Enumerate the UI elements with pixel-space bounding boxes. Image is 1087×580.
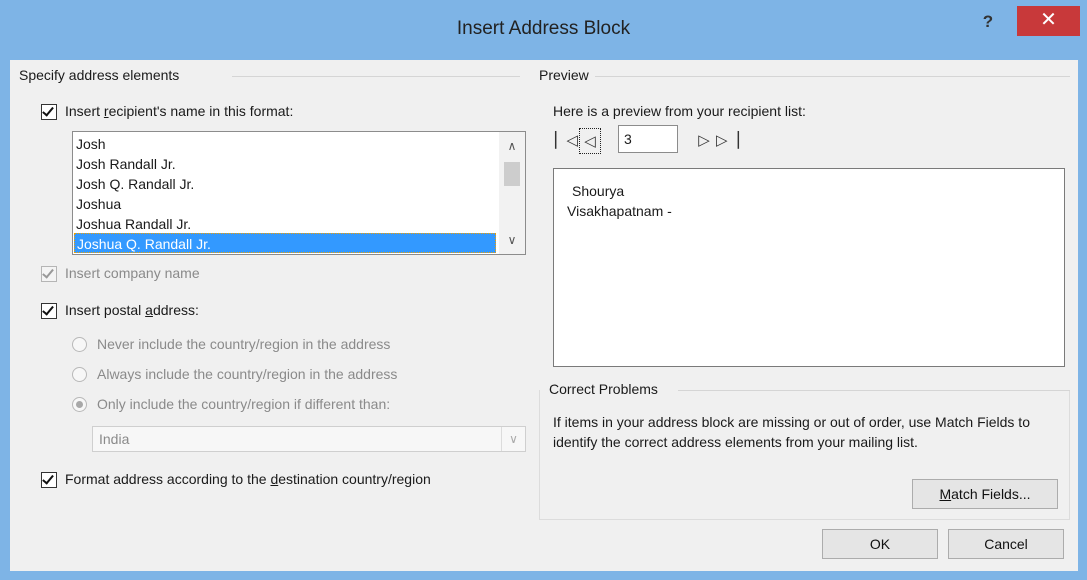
dialog-window: Insert Address Block ? ✕ Specify address… [0, 0, 1087, 580]
country-select-value: India [99, 431, 130, 447]
radio-never-include[interactable] [72, 337, 87, 352]
preview-title: Preview [539, 67, 595, 83]
list-item[interactable]: Josh Randall Jr. [76, 154, 496, 174]
next-record-icon[interactable]: ▷ [693, 128, 715, 154]
checkmark-icon [42, 104, 54, 117]
preview-line: Visakhapatnam - [567, 203, 672, 219]
chevron-up-icon[interactable]: ∧ [499, 136, 525, 156]
chevron-down-icon[interactable]: ∨ [501, 427, 525, 451]
previous-record-icon[interactable]: ◁ [579, 128, 601, 154]
close-button[interactable]: ✕ [1017, 6, 1080, 36]
checkmark-icon [42, 266, 54, 279]
group-divider [594, 76, 1070, 77]
radio-always-include-label[interactable]: Always include the country/region in the… [97, 366, 397, 382]
last-record-icon[interactable]: ▷▕ [716, 128, 739, 154]
list-item[interactable]: Joshua Randall Jr. [76, 214, 496, 234]
record-number-input[interactable]: 3 [618, 125, 678, 153]
list-item[interactable]: Josh [76, 134, 496, 154]
name-format-list[interactable]: Josh Josh Randall Jr. Josh Q. Randall Jr… [72, 131, 526, 255]
title-bar: Insert Address Block ? ✕ [0, 0, 1087, 60]
group-divider [678, 390, 1070, 391]
insert-name-label[interactable]: Insert recipient's name in this format: [65, 103, 293, 119]
radio-only-if-different[interactable] [72, 397, 87, 412]
match-fields-button[interactable]: Match Fields... [912, 479, 1058, 509]
chevron-down-icon[interactable]: ∨ [499, 230, 525, 250]
list-item-selected[interactable]: Joshua Q. Randall Jr. [74, 233, 496, 253]
scrollbar-thumb[interactable] [504, 162, 520, 186]
cancel-button[interactable]: Cancel [948, 529, 1064, 559]
list-scrollbar[interactable]: ∧ ∨ [499, 132, 525, 254]
preview-line: Shourya [572, 183, 625, 199]
help-button[interactable]: ? [975, 8, 1001, 36]
correct-problems-title: Correct Problems [549, 381, 664, 397]
format-address-label[interactable]: Format address according to the destinat… [65, 471, 431, 487]
preview-intro: Here is a preview from your recipient li… [553, 103, 806, 119]
radio-always-include[interactable] [72, 367, 87, 382]
format-address-checkbox[interactable] [41, 472, 57, 488]
dialog-title: Insert Address Block [456, 18, 631, 39]
address-preview: Shourya Visakhapatnam - [553, 168, 1065, 367]
correct-problems-text: If items in your address block are missi… [553, 414, 1030, 450]
insert-company-label[interactable]: Insert company name [65, 265, 200, 281]
insert-postal-label[interactable]: Insert postal address: [65, 302, 199, 318]
country-select[interactable]: India ∨ [92, 426, 526, 452]
first-record-icon[interactable]: ▏◁ [555, 128, 578, 154]
specify-address-elements-title: Specify address elements [19, 67, 186, 83]
checkmark-icon [42, 472, 54, 485]
insert-company-checkbox[interactable] [41, 266, 57, 282]
list-item[interactable]: Joshua [76, 194, 496, 214]
checkmark-icon [42, 303, 54, 316]
dialog-body: Specify address elements Insert recipien… [10, 60, 1078, 571]
radio-never-include-label[interactable]: Never include the country/region in the … [97, 336, 390, 352]
insert-postal-checkbox[interactable] [41, 303, 57, 319]
list-item[interactable]: Josh Q. Randall Jr. [76, 174, 496, 194]
insert-name-checkbox[interactable] [41, 104, 57, 120]
ok-button[interactable]: OK [822, 529, 938, 559]
radio-only-if-different-label[interactable]: Only include the country/region if diffe… [97, 396, 390, 412]
group-divider [232, 76, 520, 77]
